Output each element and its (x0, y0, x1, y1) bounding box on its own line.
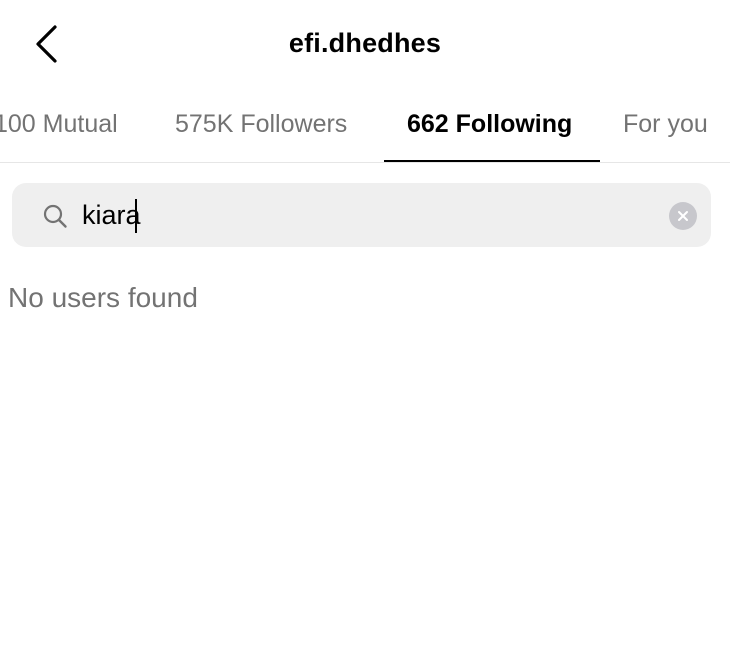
tab-followers[interactable]: 575K Followers (175, 110, 347, 139)
active-tab-indicator (384, 160, 600, 162)
search-input[interactable] (82, 195, 662, 235)
empty-results-message: No users found (8, 282, 198, 313)
tab-following[interactable]: 662 Following (407, 110, 572, 139)
page-title: efi.dhedhes (288, 28, 442, 58)
text-caret (135, 199, 137, 233)
following-screen: efi.dhedhes 100 Mutual 575K Followers 66… (0, 0, 730, 660)
header: efi.dhedhes (0, 0, 730, 90)
search-bar[interactable] (12, 183, 711, 247)
close-icon (678, 211, 688, 221)
tab-for-you[interactable]: For you (623, 110, 708, 139)
clear-search-button[interactable] (669, 202, 697, 230)
tab-bar: 100 Mutual 575K Followers 662 Following … (0, 96, 730, 163)
tab-mutual[interactable]: 100 Mutual (0, 110, 118, 139)
search-icon (43, 204, 67, 228)
